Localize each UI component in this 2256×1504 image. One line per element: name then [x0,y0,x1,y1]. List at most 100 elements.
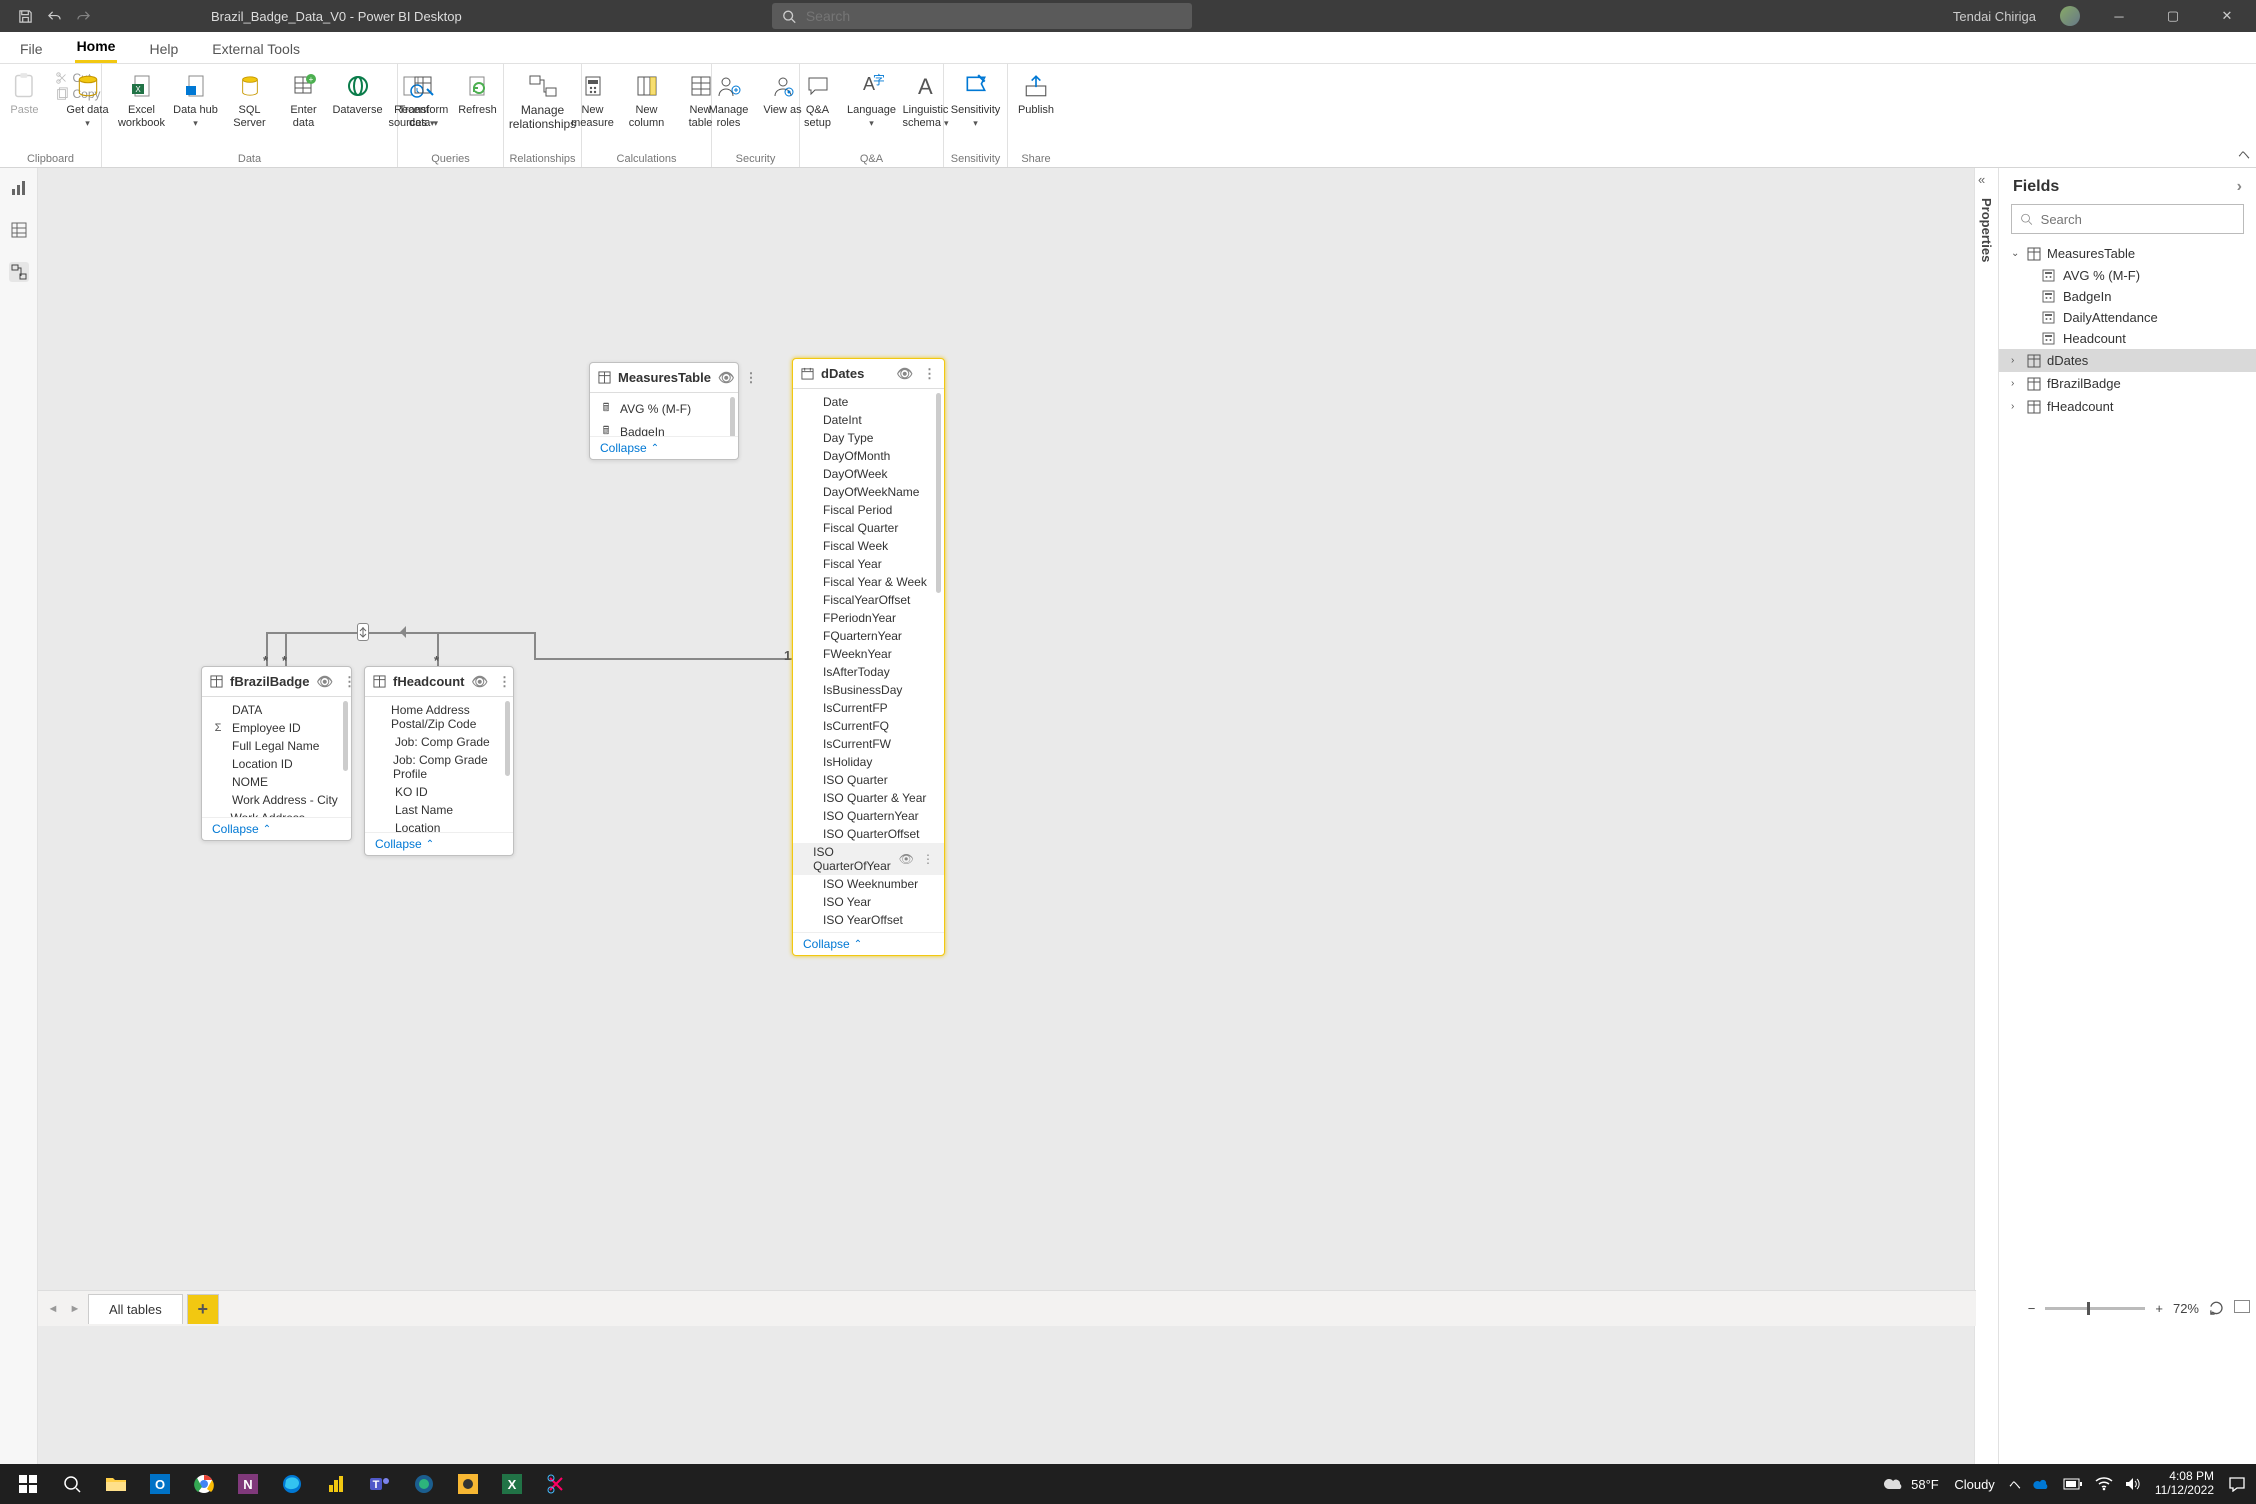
global-search[interactable] [772,3,1192,29]
field-row[interactable]: ISO QuarterOfYear👁⋮ [793,843,944,875]
weather-widget[interactable]: 58°F Cloudy [1883,1475,1995,1493]
fit-to-page-icon[interactable] [2234,1300,2250,1316]
wifi-icon[interactable] [2095,1477,2113,1491]
field-row[interactable]: Location ID [202,755,351,773]
field-row[interactable]: IsPFYTD [793,929,944,932]
menu-external-tools[interactable]: External Tools [210,35,302,63]
field-row[interactable]: DayOfWeekName [793,483,944,501]
fields-table-measurestable[interactable]: ⌄MeasuresTable [1999,242,2256,265]
field-row[interactable]: ISO Year [793,893,944,911]
field-row[interactable]: Fiscal Period [793,501,944,519]
notifications-icon[interactable] [2228,1476,2246,1492]
field-row[interactable]: ISO YearOffset [793,911,944,929]
zoom-reset-icon[interactable] [2209,1301,2224,1316]
field-row[interactable]: DayOfWeek [793,465,944,483]
report-view-button[interactable] [9,178,29,198]
fields-table-ddates[interactable]: ›dDates [1999,349,2256,372]
sql-server-button[interactable]: SQL Server [226,68,274,129]
properties-pane-collapsed[interactable]: « Properties [1974,168,1998,1464]
field-row[interactable]: IsCurrentFP [793,699,944,717]
model-view-button[interactable] [9,262,29,282]
field-row[interactable]: ISO QuarterOffset [793,825,944,843]
zoom-slider[interactable] [2045,1307,2145,1310]
menu-home[interactable]: Home [75,32,118,63]
field-row[interactable]: Date [793,393,944,411]
card-ddates[interactable]: dDates 👁⋮ DateDateIntDay TypeDayOfMonthD… [792,358,945,956]
outlook-icon[interactable]: O [138,1464,182,1504]
expand-properties-icon[interactable]: « [1978,172,1985,187]
redo-icon[interactable] [76,9,91,24]
fields-table-fbrazilbadge[interactable]: ›fBrazilBadge [1999,372,2256,395]
fields-expand-icon[interactable]: › [2237,178,2242,196]
language-button[interactable]: A字Language▾ [848,68,896,129]
visibility-icon[interactable]: 👁 [896,366,913,382]
field-row[interactable]: FiscalYearOffset [793,591,944,609]
transform-data-button[interactable]: Transform data ▾ [400,68,448,129]
visibility-icon[interactable]: 👁 [718,370,735,386]
field-row[interactable]: Day Type [793,429,944,447]
expand-icon[interactable]: › [2011,401,2021,412]
global-search-input[interactable] [806,8,1182,24]
field-row[interactable]: Fiscal Week [793,537,944,555]
excel-taskbar-icon[interactable]: X [490,1464,534,1504]
field-row[interactable]: Location [365,819,513,832]
collapse-button[interactable]: Collapse⌃ [590,436,738,459]
field-row[interactable]: FWeeknYear [793,645,944,663]
minimize-button[interactable]: ─ [2104,9,2134,24]
clock[interactable]: 4:08 PM 11/12/2022 [2155,1470,2214,1498]
field-row[interactable]: Work Address - Country [202,809,351,817]
card-menu-icon[interactable]: ⋮ [744,370,757,386]
field-row[interactable]: IsHoliday [793,753,944,771]
fields-field[interactable]: DailyAttendance [1999,307,2256,328]
refresh-button[interactable]: Refresh [454,68,502,117]
visibility-icon[interactable]: 👁 [899,852,914,866]
tray-expand-icon[interactable]: ヘ [2009,1476,2021,1493]
data-hub-button[interactable]: Data hub ▾ [172,68,220,129]
field-row[interactable]: NOME [202,773,351,791]
menu-file[interactable]: File [18,35,45,63]
zoom-out[interactable]: − [2028,1301,2036,1316]
fields-field[interactable]: AVG % (M-F) [1999,265,2256,286]
snip-icon[interactable] [534,1464,578,1504]
card-fheadcount[interactable]: fHeadcount 👁⋮ Home Address Postal/Zip Co… [364,666,514,856]
new-column-button[interactable]: New column [623,68,671,129]
user-avatar[interactable] [2060,6,2080,26]
field-row[interactable]: IsCurrentFW [793,735,944,753]
field-row[interactable]: ΣEmployee ID [202,719,351,737]
field-row[interactable]: Fiscal Year & Week [793,573,944,591]
field-row[interactable]: KO ID [365,783,513,801]
chrome-icon[interactable] [182,1464,226,1504]
visibility-icon[interactable]: 👁 [316,674,333,690]
field-row[interactable]: DateInt [793,411,944,429]
field-row[interactable]: 🖩AVG % (M-F) [590,397,738,420]
start-button[interactable] [6,1464,50,1504]
sensitivity-button[interactable]: Sensitivity▾ [952,68,1000,129]
data-view-button[interactable] [9,220,29,240]
onenote-icon[interactable]: N [226,1464,270,1504]
tab-prev[interactable]: ◄ [44,1303,62,1315]
battery-icon[interactable] [2063,1478,2083,1490]
tab-all-tables[interactable]: All tables [88,1294,183,1324]
card-menu-icon[interactable]: ⋮ [498,674,511,690]
field-row[interactable]: Fiscal Quarter [793,519,944,537]
field-row[interactable]: Work Address - City [202,791,351,809]
field-row[interactable]: IsAfterToday [793,663,944,681]
card-fbrazilbadge[interactable]: fBrazilBadge 👁⋮ DATAΣEmployee IDFull Leg… [201,666,352,841]
webex-icon[interactable] [402,1464,446,1504]
row-menu-icon[interactable]: ⋮ [922,852,934,866]
field-row[interactable]: Job: Comp Grade [365,733,513,751]
save-icon[interactable] [18,9,33,24]
file-explorer-icon[interactable] [94,1464,138,1504]
visibility-icon[interactable]: 👁 [472,674,489,690]
zoom-in[interactable]: + [2155,1301,2163,1316]
undo-icon[interactable] [47,9,62,24]
linguistic-schema-button[interactable]: ALinguistic schema ▾ [902,68,950,129]
card-menu-icon[interactable]: ⋮ [923,366,936,382]
app-icon[interactable] [446,1464,490,1504]
publish-button[interactable]: Publish [1012,68,1060,117]
field-row[interactable]: DATA [202,701,351,719]
dataverse-button[interactable]: Dataverse [334,68,382,117]
relationship-pill[interactable] [357,623,369,641]
card-measurestable[interactable]: MeasuresTable 👁⋮ 🖩AVG % (M-F)🖩BadgeIn🖩Da… [589,362,739,460]
fields-field[interactable]: Headcount [1999,328,2256,349]
